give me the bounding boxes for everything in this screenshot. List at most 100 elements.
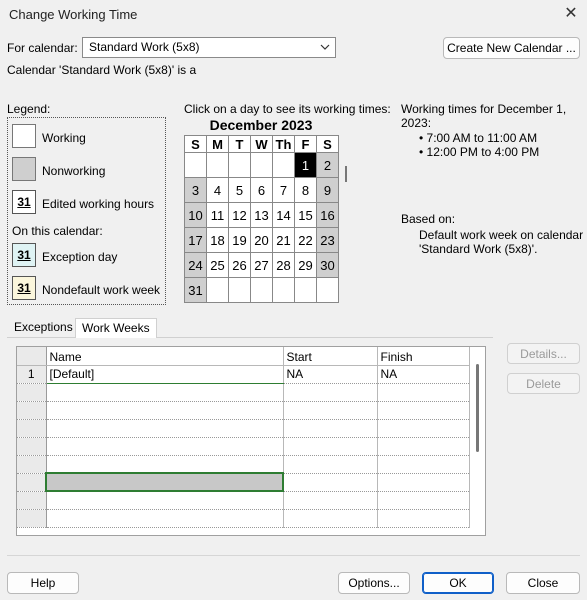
calendar-day[interactable]: 29 [294,252,317,278]
cell-name[interactable] [46,383,284,402]
cell-finish[interactable] [377,455,470,474]
working-times-heading: Working times for December 1, 2023: [401,102,567,130]
cell-start[interactable] [283,455,378,474]
row-number[interactable] [17,419,47,438]
calendar-day[interactable]: 21 [272,227,295,253]
cell-name[interactable] [46,437,284,456]
tab-exceptions[interactable]: Exceptions [8,318,79,338]
calendar-day[interactable]: 20 [250,227,273,253]
calendar-day[interactable]: 13 [250,202,273,228]
calendar-day[interactable]: 7 [272,177,295,203]
tab-work-weeks[interactable]: Work Weeks [75,318,157,338]
calendar-day[interactable]: 10 [184,202,207,228]
table-row[interactable] [17,509,470,528]
calendar-day [206,152,229,178]
calendar-day[interactable]: 5 [228,177,251,203]
calendar-day[interactable]: 12 [228,202,251,228]
calendar-day[interactable]: 6 [250,177,273,203]
cell-name[interactable] [46,455,284,474]
table-row[interactable] [17,455,470,474]
create-new-calendar-button[interactable]: Create New Calendar ... [443,37,580,59]
calendar-day [316,277,339,303]
calendar-day[interactable]: 28 [272,252,295,278]
calendar-day[interactable]: 27 [250,252,273,278]
calendar-day[interactable]: 9 [316,177,339,203]
calendar-day[interactable]: 19 [228,227,251,253]
cell-finish[interactable]: NA [377,365,470,384]
table-row[interactable] [17,472,470,492]
calendar-day[interactable]: 2 [316,152,339,178]
table-row[interactable] [17,419,470,438]
calendar-day[interactable]: 24 [184,252,207,278]
row-number[interactable] [17,491,47,510]
calendar-day[interactable]: 15 [294,202,317,228]
exception-day-swatch: 31 [12,243,36,267]
row-number[interactable] [17,437,47,456]
table-scrollbar-thumb[interactable] [476,364,479,452]
row-number[interactable]: 1 [17,365,47,384]
cell-finish[interactable] [377,473,470,492]
calendar-day[interactable]: 3 [184,177,207,203]
calendar-day-selected[interactable]: 1 [294,152,317,178]
details-button[interactable]: Details... [507,343,580,364]
table-row[interactable] [17,491,470,510]
cell-name-active[interactable] [45,472,284,492]
cell-finish[interactable] [377,419,470,438]
calendar-day[interactable]: 23 [316,227,339,253]
cell-start[interactable] [283,419,378,438]
delete-button[interactable]: Delete [507,373,580,394]
calendar-day[interactable]: 11 [206,202,229,228]
row-number[interactable] [17,473,47,492]
calendar-day[interactable]: 14 [272,202,295,228]
cell-name[interactable]: [Default] [46,365,284,384]
cell-start[interactable] [283,401,378,420]
calendar-day[interactable]: 16 [316,202,339,228]
calendar-scroll-thumb[interactable] [345,166,347,182]
row-number[interactable] [17,455,47,474]
column-header-start[interactable]: Start [283,347,378,366]
cell-start[interactable] [283,383,378,402]
cell-start[interactable]: NA [283,365,378,384]
calendar-day[interactable]: 17 [184,227,207,253]
calendar-day[interactable]: 18 [206,227,229,253]
calendar-day[interactable]: 30 [316,252,339,278]
cell-finish[interactable] [377,437,470,456]
cell-finish[interactable] [377,401,470,420]
calendar-day[interactable]: 22 [294,227,317,253]
cell-finish[interactable] [377,509,470,528]
close-button[interactable]: Close [506,572,580,594]
cell-start[interactable] [283,437,378,456]
options-button[interactable]: Options... [338,572,410,594]
cell-name[interactable] [46,401,284,420]
cell-finish[interactable] [377,383,470,402]
close-icon[interactable]: ✕ [560,4,582,24]
calendar-day[interactable]: 25 [206,252,229,278]
cell-start[interactable] [283,491,378,510]
table-row[interactable]: 1 [Default] NA NA [17,365,470,384]
calendar-day [272,277,295,303]
calendar-day[interactable]: 8 [294,177,317,203]
calendar-day[interactable]: 4 [206,177,229,203]
calendar-instruction: Click on a day to see its working times: [184,102,391,116]
table-row[interactable] [17,383,470,402]
month-calendar: S M T W Th F S 1 2 3 4 5 6 7 8 9 10 11 1… [184,135,339,303]
row-number[interactable] [17,509,47,528]
cell-start[interactable] [283,473,378,492]
cell-start[interactable] [283,509,378,528]
calendar-day[interactable]: 26 [228,252,251,278]
cell-name[interactable] [46,419,284,438]
help-button[interactable]: Help [7,572,79,594]
cell-name[interactable] [46,509,284,528]
table-row[interactable] [17,437,470,456]
calendar-select[interactable]: Standard Work (5x8) [82,37,336,58]
row-number[interactable] [17,383,47,402]
column-header-finish[interactable]: Finish [377,347,470,366]
table-row[interactable] [17,401,470,420]
cell-finish[interactable] [377,491,470,510]
cell-name[interactable] [46,491,284,510]
row-number[interactable] [17,401,47,420]
column-header-name[interactable]: Name [46,347,284,366]
ok-button[interactable]: OK [422,572,494,594]
calendar-day[interactable]: 31 [184,277,207,303]
calendar-info-text: Calendar 'Standard Work (5x8)' is a [7,63,197,77]
